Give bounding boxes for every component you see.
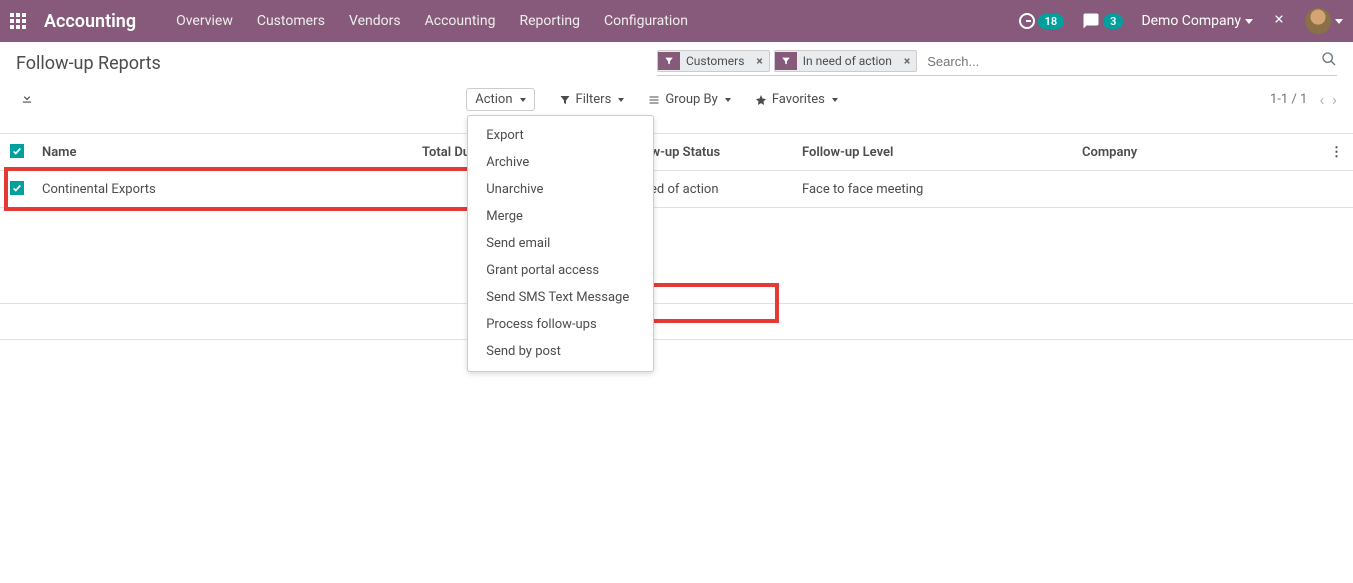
action-send-post[interactable]: Send by post [468, 338, 653, 365]
filter-label: In need of action [797, 51, 898, 71]
pager-prev-icon[interactable]: ‹ [1319, 90, 1324, 109]
messages-button[interactable]: 3 [1082, 12, 1123, 30]
row-select-cell [0, 171, 34, 208]
table-row[interactable]: Continental Exports $ 1,725.00 In need o… [0, 171, 1353, 208]
avatar [1305, 8, 1331, 34]
company-label: Demo Company [1141, 13, 1241, 29]
spacer-row [0, 208, 1353, 304]
search-area: Customers × In need of action × [657, 50, 1337, 76]
action-process-followups[interactable]: Process follow-ups [468, 311, 653, 338]
table-wrap: Name Total Due Follow-up Status Follow-u… [0, 133, 1353, 340]
apps-icon[interactable] [10, 13, 26, 29]
caret-down-icon [520, 98, 526, 102]
nav-configuration[interactable]: Configuration [604, 13, 688, 29]
filter-icon [658, 52, 680, 70]
filter-tag-action[interactable]: In need of action × [774, 50, 917, 72]
action-send-sms[interactable]: Send SMS Text Message [468, 284, 653, 311]
caret-down-icon [1245, 19, 1253, 24]
debug-icon[interactable] [1271, 11, 1287, 31]
action-merge[interactable]: Merge [468, 203, 653, 230]
cell-level: Face to face meeting [794, 171, 1074, 208]
action-button[interactable]: Action Export Archive Unarchive Merge Se… [466, 88, 534, 111]
caret-down-icon [725, 98, 731, 102]
action-send-email[interactable]: Send email [468, 230, 653, 257]
table-header-row: Name Total Due Follow-up Status Follow-u… [0, 134, 1353, 171]
nav-accounting[interactable]: Accounting [425, 13, 496, 29]
filter-icon [559, 94, 571, 106]
nav-links: Overview Customers Vendors Accounting Re… [176, 13, 688, 29]
filter-remove-icon[interactable]: × [898, 54, 916, 68]
nav-overview[interactable]: Overview [176, 13, 233, 29]
app-brand[interactable]: Accounting [44, 11, 136, 32]
company-switcher[interactable]: Demo Company [1141, 13, 1253, 29]
search-icon[interactable] [1321, 51, 1337, 71]
nav-reporting[interactable]: Reporting [519, 13, 580, 29]
nav-customers[interactable]: Customers [257, 13, 325, 29]
select-all-cell [0, 134, 34, 171]
action-grant-portal[interactable]: Grant portal access [468, 257, 653, 284]
filters-button[interactable]: Filters [559, 92, 625, 107]
favorites-button[interactable]: Favorites [755, 92, 838, 107]
topnav-right: 18 3 Demo Company [1019, 8, 1343, 34]
search-input[interactable] [921, 51, 1321, 72]
action-unarchive[interactable]: Unarchive [468, 176, 653, 203]
favorites-label: Favorites [772, 92, 825, 107]
row-checkbox[interactable] [10, 181, 24, 195]
page-title: Follow-up Reports [16, 53, 161, 74]
header-company[interactable]: Company [1074, 134, 1268, 171]
activities-button[interactable]: 18 [1019, 13, 1065, 29]
activities-badge: 18 [1038, 14, 1065, 29]
list-icon [648, 94, 660, 106]
clock-icon [1019, 13, 1035, 29]
groupby-label: Group By [665, 92, 718, 107]
caret-down-icon [832, 98, 838, 102]
filter-label: Customers [680, 51, 750, 71]
filter-icon [775, 52, 797, 70]
action-dropdown: Export Archive Unarchive Merge Send emai… [467, 115, 654, 372]
action-archive[interactable]: Archive [468, 149, 653, 176]
filter-remove-icon[interactable]: × [750, 54, 768, 68]
pager-arrows: ‹ › [1319, 90, 1337, 109]
pager: 1-1 / 1 [1270, 92, 1307, 107]
action-label: Action [475, 92, 512, 107]
columns-menu-icon[interactable]: ⋮ [1268, 134, 1353, 171]
pager-next-icon[interactable]: › [1332, 90, 1337, 109]
messages-badge: 3 [1103, 14, 1123, 29]
cell-name: Continental Exports [34, 171, 414, 208]
control-panel: Follow-up Reports Customers × In need of… [0, 42, 1353, 119]
star-icon [755, 94, 767, 106]
user-menu[interactable] [1305, 8, 1343, 34]
select-all-checkbox[interactable] [10, 144, 24, 158]
caret-down-icon [618, 98, 624, 102]
caret-down-icon [1335, 19, 1343, 24]
header-level[interactable]: Follow-up Level [794, 134, 1074, 171]
header-name[interactable]: Name [34, 134, 414, 171]
cell-company [1074, 171, 1268, 208]
totals-row: 1,725.00 [0, 304, 1353, 340]
groupby-button[interactable]: Group By [648, 92, 731, 107]
followup-table: Name Total Due Follow-up Status Follow-u… [0, 133, 1353, 340]
download-icon[interactable] [20, 91, 34, 109]
action-export[interactable]: Export [468, 122, 653, 149]
filters-label: Filters [576, 92, 612, 107]
nav-vendors[interactable]: Vendors [349, 13, 401, 29]
chat-icon [1082, 12, 1100, 30]
top-nav: Accounting Overview Customers Vendors Ac… [0, 0, 1353, 42]
filter-tag-customers[interactable]: Customers × [657, 50, 770, 72]
